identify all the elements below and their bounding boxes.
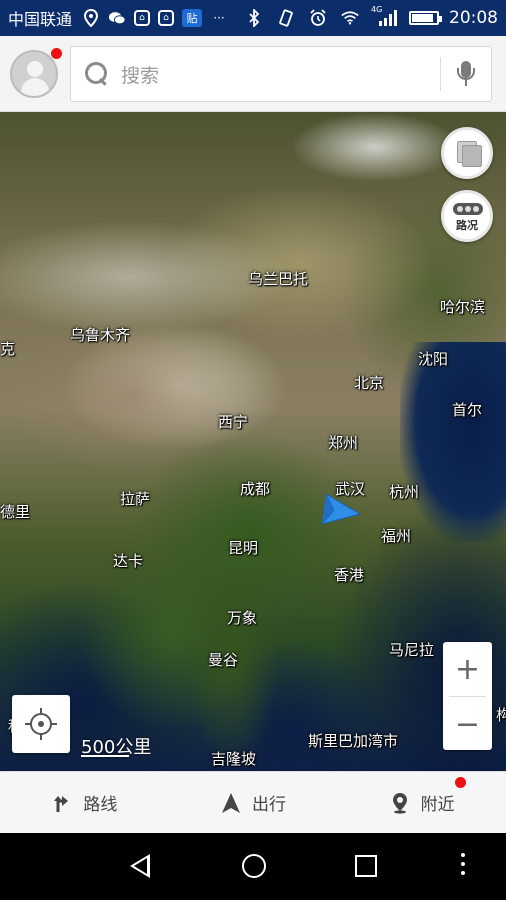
app-icon: ⌂	[158, 10, 175, 26]
more-options-icon[interactable]	[461, 853, 465, 879]
city-label[interactable]: 构	[496, 704, 506, 725]
city-label[interactable]: 德里	[0, 501, 30, 522]
search-placeholder[interactable]: 搜索	[121, 61, 440, 88]
bottom-nav: 路线 出行 附近	[0, 771, 506, 833]
city-label[interactable]: 西宁	[218, 411, 248, 432]
city-label[interactable]: 杭州	[389, 481, 419, 502]
tab-route-label: 路线	[83, 795, 118, 815]
tab-nearby-label: 附近	[420, 795, 455, 815]
vibrate-icon	[277, 9, 295, 27]
avatar-body	[21, 78, 49, 96]
city-label[interactable]: 曼谷	[208, 649, 238, 670]
app-icon: ⌂	[134, 10, 151, 26]
locate-button[interactable]	[12, 695, 70, 753]
route-icon	[54, 795, 69, 812]
city-label[interactable]: 斯里巴加湾市	[308, 730, 398, 751]
clock: 20:08	[449, 8, 498, 28]
alarm-icon	[309, 9, 327, 27]
search-bar[interactable]: 搜索	[70, 46, 492, 102]
status-bar: 中国联通 ⌂ ⌂ 贴 ··· 4G 20:08	[0, 0, 506, 36]
city-label[interactable]: 北京	[354, 372, 384, 393]
zoom-out-button[interactable]: −	[443, 697, 492, 751]
map-layer-button[interactable]	[441, 127, 493, 179]
city-label[interactable]: 拉萨	[120, 488, 150, 509]
user-avatar[interactable]	[10, 50, 58, 98]
city-label[interactable]: 首尔	[452, 399, 482, 420]
city-label[interactable]: 福州	[381, 525, 411, 546]
city-label[interactable]: 万象	[227, 607, 257, 628]
city-label[interactable]: 乌鲁木齐	[70, 324, 130, 345]
city-label[interactable]: 达卡	[113, 550, 143, 571]
recent-apps-icon[interactable]	[355, 855, 377, 877]
terrain-snow	[290, 112, 460, 182]
city-label[interactable]: 郑州	[328, 432, 358, 453]
tab-go-label: 出行	[252, 795, 286, 815]
avatar-head	[27, 61, 43, 77]
home-icon[interactable]	[242, 854, 266, 878]
zoom-control: + −	[443, 642, 492, 750]
wifi-icon	[341, 9, 359, 27]
tab-nearby[interactable]: 附近	[337, 772, 506, 833]
layers-icon-back	[462, 145, 482, 167]
city-label[interactable]: 克	[0, 338, 15, 359]
city-label[interactable]: 吉隆坡	[211, 748, 256, 769]
current-location-arrow-icon	[320, 492, 362, 525]
tieba-icon: 贴	[182, 9, 203, 27]
scale-bar	[81, 755, 129, 757]
map-view[interactable]: 乌兰巴托 哈尔滨 乌鲁木齐 沈阳 克 北京 首尔 西宁 郑州 成都 武汉 杭州 …	[0, 112, 506, 771]
city-label[interactable]: 香港	[334, 564, 364, 585]
bluetooth-icon	[245, 9, 263, 27]
battery-icon	[409, 11, 442, 25]
wechat-icon	[108, 9, 126, 27]
navigation-arrow-icon	[222, 792, 240, 813]
location-icon	[82, 9, 100, 27]
battery-fill	[412, 14, 434, 22]
microphone-icon[interactable]	[441, 46, 491, 102]
traffic-label: 路况	[456, 219, 478, 232]
search-icon	[85, 62, 109, 86]
traffic-light-icon	[453, 203, 483, 215]
more-notifications-icon: ···	[213, 11, 225, 25]
nearby-notification-dot	[455, 777, 466, 788]
city-label[interactable]: 成都	[240, 478, 270, 499]
signal-icon: 4G	[371, 5, 399, 27]
city-label[interactable]: 马尼拉	[389, 639, 434, 660]
city-label[interactable]: 昆明	[228, 537, 258, 558]
carrier-label: 中国联通	[8, 10, 73, 29]
network-type-label: 4G	[371, 5, 383, 14]
tab-route[interactable]: 路线	[0, 772, 169, 833]
traffic-button[interactable]: 路况	[441, 190, 493, 242]
map-scale: 500公里	[81, 733, 151, 759]
locate-icon	[30, 713, 52, 735]
avatar-notification-dot	[51, 48, 62, 59]
tab-go[interactable]: 出行	[169, 772, 338, 833]
terrain-peninsula	[185, 572, 280, 771]
zoom-in-button[interactable]: +	[443, 642, 492, 696]
terrain-sea	[400, 342, 506, 542]
city-label[interactable]: 沈阳	[418, 348, 448, 369]
top-bar: 搜索	[0, 36, 506, 112]
city-label[interactable]: 乌兰巴托	[248, 268, 308, 289]
nearby-pin-icon	[392, 792, 407, 814]
city-label[interactable]: 哈尔滨	[440, 296, 485, 317]
